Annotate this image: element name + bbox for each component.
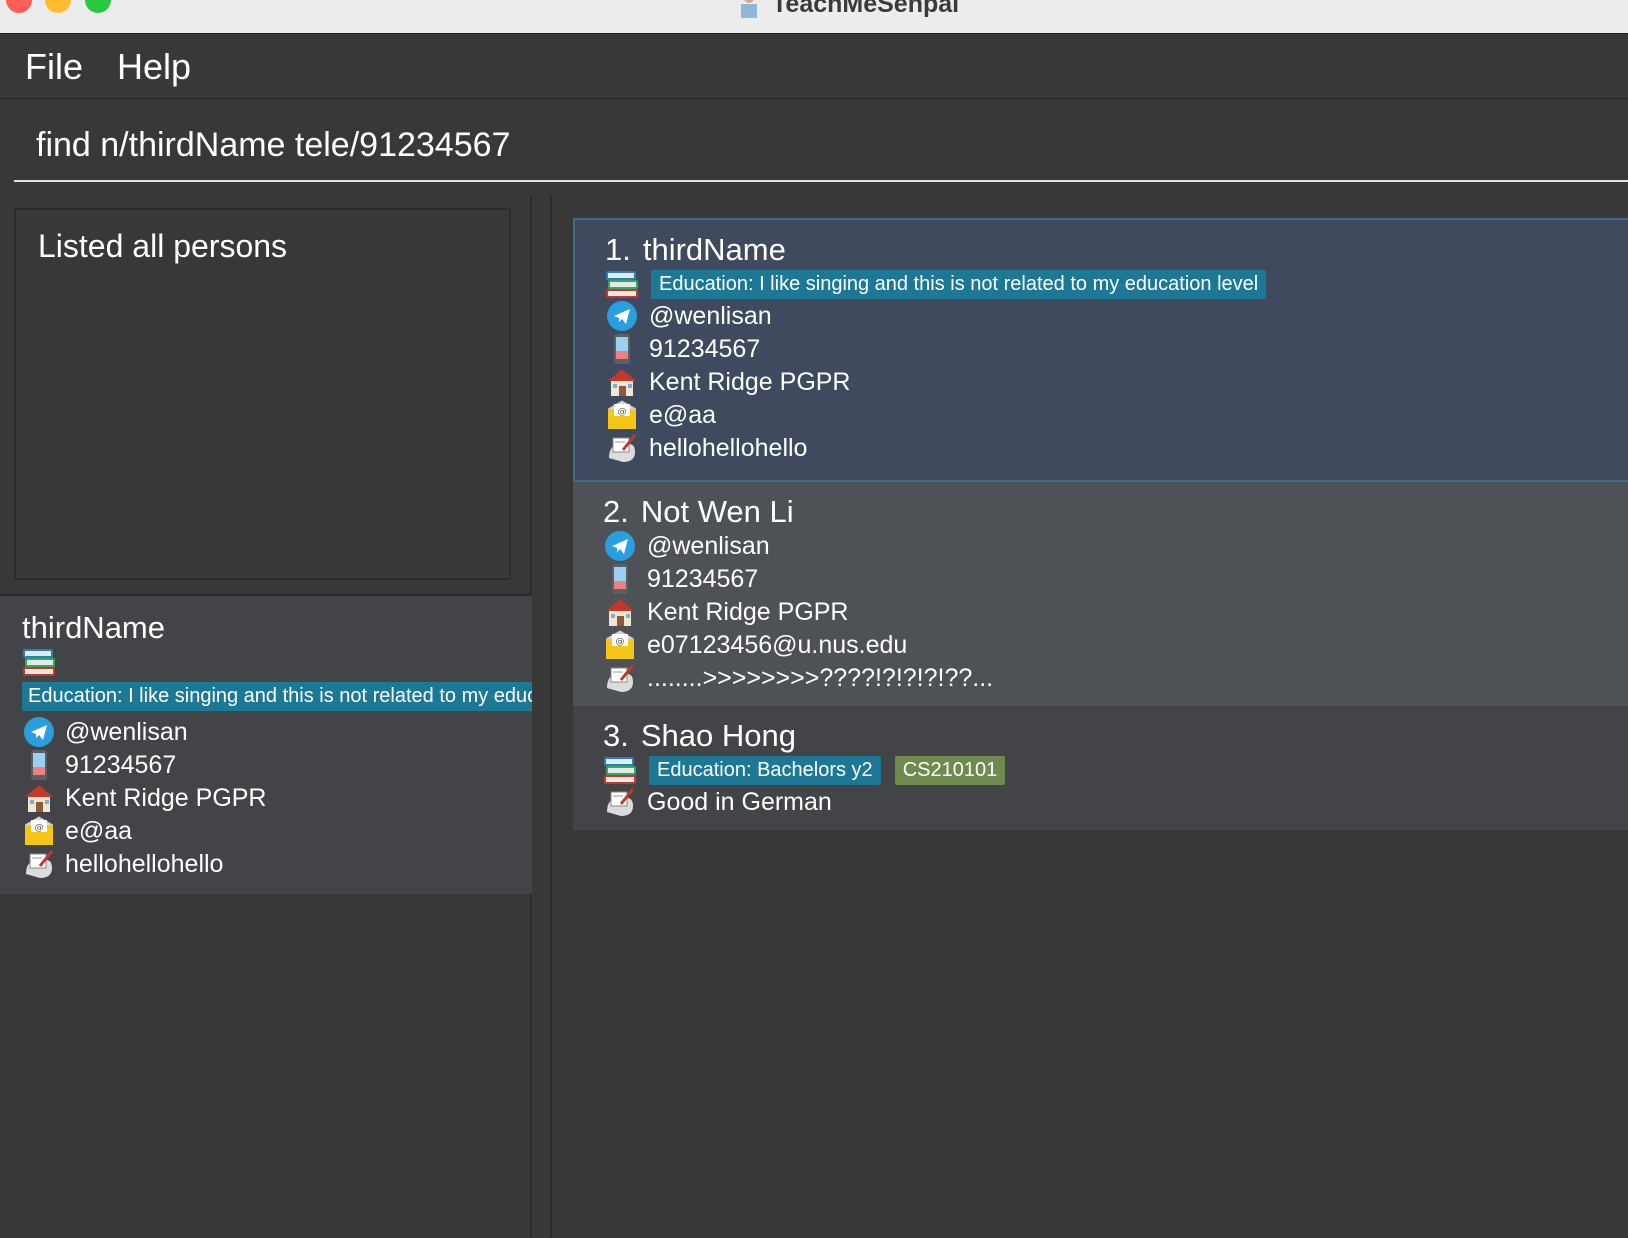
person-remark: hellohellohello [649,433,808,462]
module-tag: CS210101 [894,755,1006,785]
person-email: e07123456@u.nus.edu [647,630,908,659]
person-remark: ........>>>>>>>>????!?!?!?!??... [647,663,994,692]
email-row: e@aa [605,399,716,431]
person-index: 2. [603,494,629,529]
person-card[interactable]: 3. Shao Hong Education: Bachelors y2 CS21… [573,706,1628,830]
person-card-title: 2. Not Wen Li [603,494,794,530]
email-icon [22,815,56,847]
person-card-title: 1. thirdName [605,232,786,268]
detail-telegram: @wenlisan [65,717,188,746]
house-icon [603,596,637,628]
email-icon [603,629,637,661]
detail-phone-row: 91234567 [22,749,176,781]
detail-address-row: Kent Ridge PGPR [22,782,267,814]
education-icon [603,754,637,786]
remark-icon [22,848,56,880]
command-input[interactable] [14,110,1628,182]
detail-email: e@aa [65,816,133,845]
person-telegram: @wenlisan [649,301,772,330]
person-phone: 91234567 [649,334,761,363]
close-window-button[interactable] [6,0,32,13]
remark-icon [605,432,639,464]
education-icon [605,268,639,300]
detail-name: thirdName [22,610,165,645]
telegram-row: @wenlisan [603,530,770,562]
remark-icon [603,662,637,694]
command-box [0,100,1628,190]
person-address: Kent Ridge PGPR [647,597,849,626]
person-remark: Good in German [647,787,832,816]
detail-education-tag: Education: I like singing and this is no… [22,682,532,711]
person-index: 1. [605,232,631,267]
email-row: e07123456@u.nus.edu [603,629,907,661]
education-icon [22,646,56,678]
phone-row: 91234567 [603,563,758,595]
remark-row: Good in German [603,786,832,818]
person-index: 3. [603,718,629,753]
person-card[interactable]: 2. Not Wen Li @wenlisan 91234567 Kent Rid… [573,482,1628,706]
person-card[interactable]: 1. thirdName Education: I like singing an… [573,218,1628,482]
result-message: Listed all persons [38,228,288,264]
menu-bar: File Help [0,34,1628,99]
person-card-title: 3. Shao Hong [603,718,796,754]
remark-row: ........>>>>>>>>????!?!?!?!??... [603,662,993,694]
house-icon [605,366,639,398]
title-bar: TeachMeSenpai [0,0,1628,34]
person-name: Shao Hong [640,718,796,753]
address-row: Kent Ridge PGPR [605,366,851,398]
education-tag: Education: Bachelors y2 [649,755,881,785]
tags-row: Education: I like singing and this is no… [605,268,1267,300]
left-panel: Listed all persons thirdName Education: … [0,196,532,1238]
person-list-panel: 1. thirdName Education: I like singing an… [550,196,1628,1238]
menu-file[interactable]: File [25,46,83,88]
email-icon [605,399,639,431]
app-icon [741,0,757,18]
phone-icon [22,749,56,781]
remark-icon [603,786,637,818]
detail-remark-row: hellohellohello [22,848,223,880]
window-title: TeachMeSenpai [772,0,960,18]
person-name: Not Wen Li [640,494,794,529]
remark-row: hellohellohello [605,432,807,464]
minimize-window-button[interactable] [45,0,71,13]
detail-remark: hellohellohello [65,849,224,878]
education-tag: Education: I like singing and this is no… [651,269,1267,299]
phone-row: 91234567 [605,333,760,365]
person-telegram: @wenlisan [647,531,770,560]
menu-help[interactable]: Help [117,46,191,88]
phone-icon [605,333,639,365]
result-display: Listed all persons [14,208,511,580]
address-row: Kent Ridge PGPR [603,596,849,628]
house-icon [22,782,56,814]
detail-address: Kent Ridge PGPR [65,783,267,812]
person-address: Kent Ridge PGPR [649,367,851,396]
detail-telegram-row: @wenlisan [22,716,188,748]
telegram-icon [605,300,639,332]
telegram-icon [22,716,56,748]
phone-icon [603,563,637,595]
person-email: e@aa [649,400,717,429]
detail-email-row: e@aa [22,815,132,847]
telegram-row: @wenlisan [605,300,772,332]
person-phone: 91234567 [647,564,759,593]
tags-row: Education: Bachelors y2 CS210101 [603,754,1006,786]
person-name: thirdName [642,232,786,267]
person-detail-panel: thirdName Education: I like singing and … [0,594,532,894]
detail-phone: 91234567 [65,750,177,779]
telegram-icon [603,530,637,562]
maximize-window-button[interactable] [85,0,111,13]
